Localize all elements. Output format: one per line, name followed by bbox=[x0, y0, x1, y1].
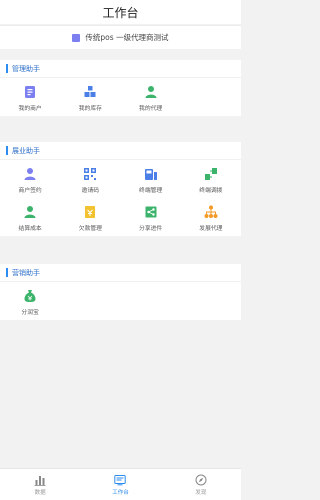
tab-data[interactable]: 数据 bbox=[0, 469, 80, 500]
merchant-icon bbox=[23, 85, 37, 99]
item-label: 欠款管理 bbox=[78, 226, 102, 232]
debt-manage-icon bbox=[83, 205, 97, 219]
share-apply-icon bbox=[144, 205, 158, 219]
workbench-icon bbox=[114, 474, 127, 485]
section-header: 展业助手 bbox=[0, 142, 241, 160]
tab-discover[interactable]: 发现 bbox=[161, 469, 241, 500]
invite-code-button[interactable]: 邀请码 bbox=[60, 160, 120, 198]
section-accent-bar bbox=[6, 268, 8, 277]
settlement-cost-button[interactable]: 结算成本 bbox=[0, 198, 60, 236]
develop-agent-icon bbox=[204, 205, 218, 219]
section-accent-bar bbox=[6, 64, 8, 73]
item-label: 我的代理 bbox=[139, 106, 163, 112]
item-label: 结算成本 bbox=[18, 226, 42, 232]
bottom-tab-bar: 数据 工作台 发现 bbox=[0, 468, 241, 500]
tab-label: 工作台 bbox=[112, 489, 129, 496]
settlement-cost-icon bbox=[23, 205, 37, 219]
section-accent-bar bbox=[6, 146, 8, 155]
terminal-manage-button[interactable]: 终端管理 bbox=[121, 160, 181, 198]
profit-share-icon bbox=[23, 289, 37, 303]
tab-label: 数据 bbox=[34, 489, 46, 496]
section-title: 展业助手 bbox=[12, 146, 40, 155]
data-chart-icon bbox=[34, 475, 46, 486]
tab-label: 发现 bbox=[195, 489, 207, 496]
section-business: 展业助手 商户签约 邀请码 终端管理 终端调拨 结算成本 欠款管理 分享进件 发… bbox=[0, 142, 241, 236]
item-label: 邀请码 bbox=[81, 188, 100, 194]
item-label: 终端调拨 bbox=[199, 188, 223, 194]
terminal-transfer-icon bbox=[204, 167, 218, 181]
item-label: 我的库存 bbox=[78, 106, 102, 112]
invite-code-icon bbox=[83, 167, 97, 181]
my-inventory-button[interactable]: 我的库存 bbox=[60, 78, 120, 116]
org-name: 传统pos 一级代理商测试 bbox=[85, 33, 169, 42]
section-title: 管理助手 bbox=[12, 64, 40, 73]
profit-share-button[interactable]: 分润宝 bbox=[0, 282, 60, 320]
terminal-transfer-button[interactable]: 终端调拨 bbox=[181, 160, 241, 198]
discover-icon bbox=[195, 474, 207, 485]
section-title: 营销助手 bbox=[12, 268, 40, 277]
org-mark-icon bbox=[72, 33, 81, 42]
item-label: 分润宝 bbox=[21, 310, 39, 316]
debt-manage-button[interactable]: 欠款管理 bbox=[60, 198, 120, 236]
section-header: 管理助手 bbox=[0, 60, 241, 78]
terminal-manage-icon bbox=[144, 167, 158, 181]
section-management: 管理助手 我的商户 我的库存 我的代理 bbox=[0, 60, 241, 116]
item-label: 终端管理 bbox=[139, 188, 163, 194]
item-label: 发展代理 bbox=[199, 226, 223, 232]
tab-workbench[interactable]: 工作台 bbox=[80, 469, 160, 500]
my-agent-button[interactable]: 我的代理 bbox=[121, 78, 181, 116]
item-label: 商户签约 bbox=[18, 188, 42, 194]
merchant-sign-button[interactable]: 商户签约 bbox=[0, 160, 60, 198]
item-label: 分享进件 bbox=[139, 226, 163, 232]
org-bar: 传统pos 一级代理商测试 bbox=[0, 25, 241, 49]
my-merchant-button[interactable]: 我的商户 bbox=[0, 78, 60, 116]
item-label: 我的商户 bbox=[18, 106, 42, 112]
share-apply-button[interactable]: 分享进件 bbox=[121, 198, 181, 236]
merchant-sign-icon bbox=[23, 167, 37, 181]
section-marketing: 营销助手 分润宝 bbox=[0, 264, 241, 320]
develop-agent-button[interactable]: 发展代理 bbox=[181, 198, 241, 236]
section-header: 营销助手 bbox=[0, 264, 241, 282]
agent-icon bbox=[144, 85, 158, 99]
inventory-icon bbox=[83, 85, 97, 99]
top-nav-bar: 工作台 bbox=[0, 0, 241, 24]
page-title: 工作台 bbox=[102, 5, 139, 20]
